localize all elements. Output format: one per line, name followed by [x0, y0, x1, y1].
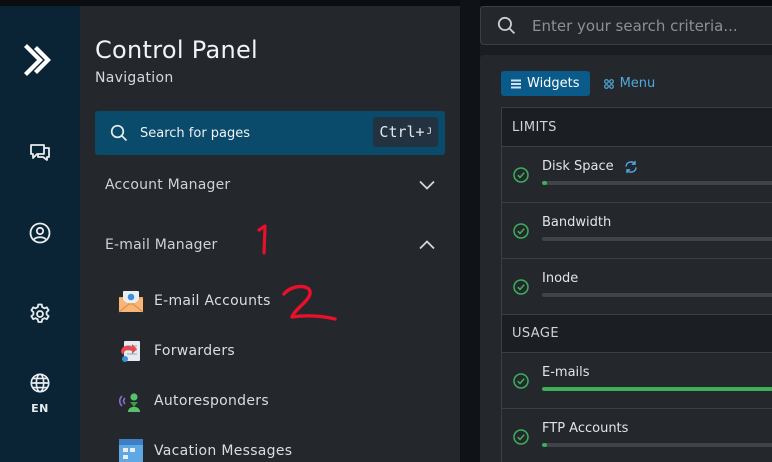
shortcut-key: J — [426, 127, 432, 137]
panel-gap — [460, 0, 480, 462]
check-circle-icon — [513, 429, 529, 445]
search-pages-label: Search for pages — [140, 125, 251, 141]
grid-icon — [603, 78, 614, 89]
gear-icon — [30, 303, 50, 323]
stat-row-bandwidth[interactable]: Bandwidth — [502, 202, 772, 258]
stat-label: Inode — [542, 271, 578, 286]
nav-item-vacation-messages[interactable]: Vacation Messages — [118, 436, 418, 462]
chevron-up-icon — [419, 240, 435, 250]
autoresponders-icon — [118, 388, 144, 414]
user-icon — [29, 222, 51, 244]
check-circle-icon — [513, 223, 529, 239]
stat-row-emails[interactable]: E-mails — [502, 352, 772, 408]
chat-icon — [30, 144, 50, 161]
page-title: Control Panel — [95, 36, 259, 64]
view-tabs: Widgets Menu — [501, 71, 661, 96]
vacation-messages-icon — [118, 438, 144, 462]
stat-row-ftp-accounts[interactable]: FTP Accounts — [502, 408, 772, 462]
stat-label-text: FTP Accounts — [542, 421, 629, 436]
progress-fill — [542, 181, 547, 185]
stat-label-text: E-mails — [542, 365, 590, 380]
rail-settings-button[interactable] — [0, 302, 80, 326]
language-label[interactable]: EN — [0, 402, 80, 415]
navigation-panel: Control Panel Navigation Search for page… — [80, 0, 460, 462]
progress-fill — [542, 443, 547, 447]
progress-bar — [542, 293, 772, 297]
check-circle-icon — [513, 167, 529, 183]
keyboard-shortcut-badge: Ctrl+ J — [373, 117, 438, 147]
tab-label: Menu — [619, 76, 656, 91]
nav-item-label: Forwarders — [154, 343, 235, 359]
dashboard-card: Widgets Menu LIMITS Disk Space Bandwidth… — [480, 55, 772, 462]
stat-label-text: Inode — [542, 271, 579, 286]
shortcut-modifier: Ctrl+ — [379, 123, 425, 141]
nav-item-autoresponders[interactable]: Autoresponders — [118, 386, 418, 416]
nav-item-email-accounts[interactable]: E-mail Accounts — [118, 286, 418, 316]
stat-row-disk-space[interactable]: Disk Space — [502, 146, 772, 202]
check-circle-icon — [513, 279, 529, 295]
stat-row-inode[interactable]: Inode — [502, 258, 772, 314]
stat-label: FTP Accounts — [542, 421, 628, 436]
stat-label-text: Bandwidth — [542, 215, 612, 230]
check-circle-icon — [513, 373, 529, 389]
tab-widgets[interactable]: Widgets — [501, 71, 590, 96]
list-icon — [511, 79, 521, 88]
nav-item-label: E-mail Accounts — [154, 293, 271, 309]
nav-subtitle: Navigation — [95, 70, 174, 86]
progress-fill — [542, 387, 772, 391]
tab-label: Widgets — [527, 76, 580, 91]
rail-profile-button[interactable] — [0, 221, 80, 245]
progress-bar — [542, 181, 772, 185]
nav-item-forwarders[interactable]: Forwarders — [118, 336, 418, 366]
stat-label: Bandwidth — [542, 215, 611, 230]
logo-icon — [24, 44, 51, 76]
rail-top-edge — [0, 0, 80, 6]
limits-header: LIMITS — [502, 108, 772, 146]
progress-bar — [542, 387, 772, 391]
section-label: Account Manager — [105, 177, 231, 193]
search-pages-button[interactable]: Search for pages Ctrl+ J — [95, 111, 445, 155]
nav-item-label: Autoresponders — [154, 393, 269, 409]
email-accounts-icon — [118, 288, 144, 314]
logo-button[interactable] — [0, 42, 80, 78]
global-search-box[interactable] — [480, 6, 772, 45]
search-icon — [497, 16, 516, 35]
tab-menu[interactable]: Menu — [598, 71, 662, 96]
stat-label: Disk Space — [542, 159, 638, 174]
progress-bar — [542, 237, 772, 241]
refresh-icon[interactable] — [624, 160, 638, 174]
search-icon — [110, 124, 128, 142]
nav-top-edge — [80, 0, 460, 6]
search-input[interactable] — [532, 16, 772, 35]
section-label: E-mail Manager — [105, 237, 218, 253]
section-account-manager[interactable]: Account Manager — [105, 175, 435, 195]
nav-item-label: Vacation Messages — [154, 443, 293, 459]
section-email-manager[interactable]: E-mail Manager — [105, 235, 435, 255]
globe-icon — [30, 373, 50, 393]
rail-language-button[interactable] — [0, 372, 80, 394]
stats-panel: LIMITS Disk Space Bandwidth Inode USAGE … — [501, 107, 772, 462]
chevron-down-icon — [419, 180, 435, 190]
app-rail: EN — [0, 0, 80, 462]
usage-header: USAGE — [502, 314, 772, 352]
progress-bar — [542, 443, 772, 447]
rail-chat-button[interactable] — [0, 140, 80, 164]
stat-label: E-mails — [542, 365, 590, 380]
forwarders-icon — [118, 338, 144, 364]
main-content: Widgets Menu LIMITS Disk Space — [480, 0, 772, 462]
stat-label-text: Disk Space — [542, 159, 614, 174]
